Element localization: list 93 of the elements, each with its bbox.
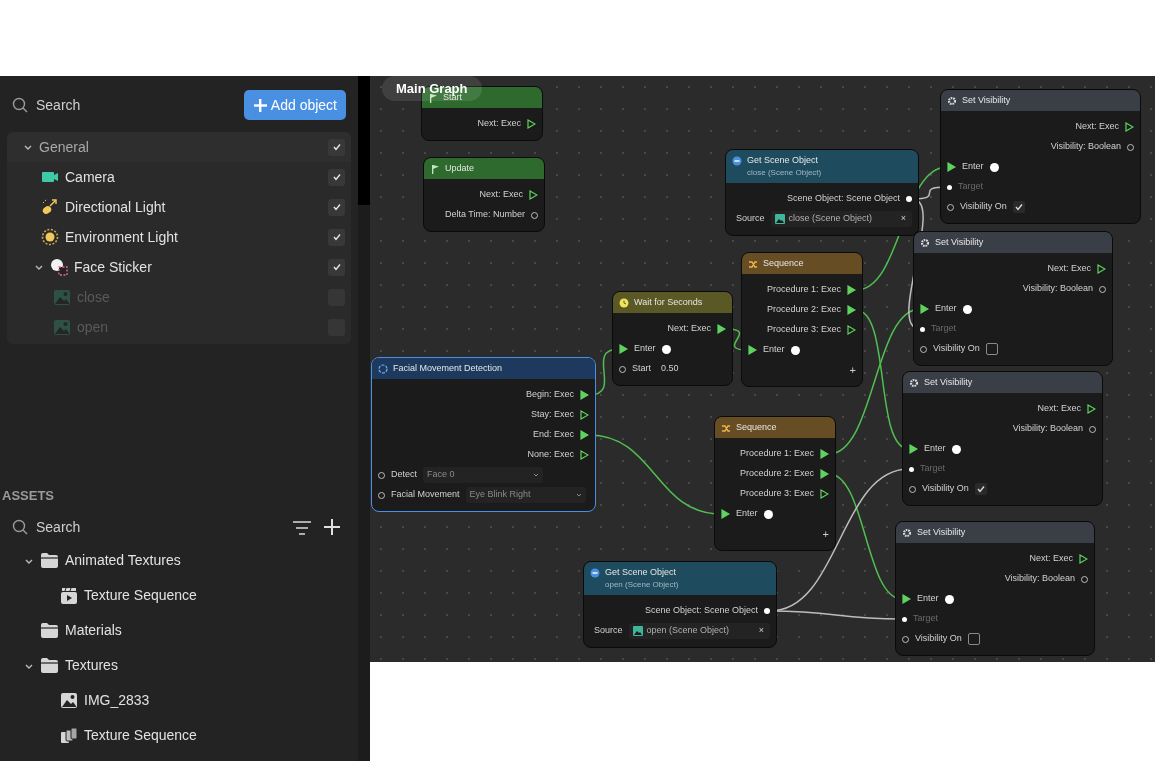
- search-field[interactable]: Search: [36, 94, 206, 116]
- port-label: Target: [958, 180, 983, 194]
- source-field[interactable]: open (Scene Object) ×: [628, 623, 770, 639]
- tree-item-label[interactable]: IMG_2833: [84, 690, 150, 711]
- port-label: None: Exec: [527, 448, 574, 462]
- port-label: Procedure 1: Exec: [766, 283, 841, 297]
- node-title: Set Visibility: [924, 375, 973, 389]
- node-title: Wait for Seconds: [634, 295, 703, 309]
- section-title: ASSETS: [1, 487, 55, 505]
- node-card[interactable]: Set Visibility Next: Exec Visibility: Boolean Enter Target Visibility On: [940, 89, 1141, 224]
- node-title: Get Scene Object: [605, 565, 677, 579]
- tree-item-label[interactable]: Texture Sequence: [84, 725, 197, 746]
- port-label: Visibility On: [915, 632, 962, 646]
- port-label: Enter: [917, 592, 939, 606]
- tree-item-label[interactable]: Animated Textures: [65, 550, 181, 571]
- tree-item-label[interactable]: Environment Light: [65, 226, 178, 248]
- node-subtitle: open (Scene Object): [604, 579, 680, 592]
- node-title: Set Visibility: [962, 93, 1011, 107]
- port-label: Visibility: Boolean: [1012, 422, 1083, 436]
- port-label: Target: [931, 322, 956, 336]
- node-title: Sequence: [736, 420, 777, 434]
- port-label: Visibility: Boolean: [1004, 572, 1075, 586]
- port-label: Next: Exec: [667, 322, 711, 336]
- port-label: Visibility: Boolean: [1050, 140, 1121, 154]
- port-label: Enter: [924, 442, 946, 456]
- port-label: Next: Exec: [477, 117, 521, 131]
- port-label: Source: [594, 624, 623, 638]
- port-label: Next: Exec: [1029, 552, 1073, 566]
- clear-button[interactable]: ×: [898, 212, 908, 226]
- port-label: Begin: Exec: [525, 388, 574, 402]
- node-card[interactable]: Set Visibility Next: Exec Visibility: Boolean Enter Target Visibility On: [902, 371, 1103, 506]
- dropdown[interactable]: Eye Blink Right: [465, 487, 586, 503]
- dropdown[interactable]: Face 0: [423, 467, 543, 483]
- node-title: Update: [445, 161, 475, 175]
- port-label: End: Exec: [532, 428, 574, 442]
- port-label: Procedure 1: Exec: [739, 447, 814, 461]
- number-value[interactable]: 0.50: [661, 362, 679, 376]
- port-label: Facial Movement: [391, 488, 460, 502]
- port-label: Target: [913, 612, 938, 626]
- port-label: Next: Exec: [1047, 262, 1091, 276]
- tree-item-label[interactable]: Directional Light: [65, 196, 166, 218]
- node-card[interactable]: Facial Movement Detection Begin: Exec Stay: Exec End: Exec None: Exec Detect Face 0 Facial Movement Eye Blink Right: [371, 357, 596, 512]
- port-label: Next: Exec: [1075, 120, 1119, 134]
- port-label: Enter: [634, 342, 656, 356]
- port-label: Procedure 2: Exec: [739, 467, 814, 481]
- tree-item-label[interactable]: Texture Sequence: [84, 585, 197, 606]
- tree-item-label[interactable]: General: [39, 136, 89, 158]
- port-label: Enter: [736, 507, 758, 521]
- field-value: open (Scene Object): [646, 624, 731, 638]
- port-label: Next: Exec: [1037, 402, 1081, 416]
- tree-item-label[interactable]: Materials: [65, 620, 122, 641]
- port-label: Visibility On: [933, 342, 980, 356]
- node-card[interactable]: Sequence Procedure 1: Exec Procedure 2: Exec Procedure 3: Exec Enter +: [714, 416, 836, 551]
- port-label: Visibility On: [960, 200, 1007, 214]
- node-card[interactable]: Get Scene Object close (Scene Object) Scene Object: Scene Object Source close (Scene Object) ×: [725, 149, 919, 236]
- node-card[interactable]: Set Visibility Next: Exec Visibility: Boolean Enter Target Visibility On: [895, 521, 1095, 656]
- node-title: Sequence: [763, 256, 804, 270]
- node-card[interactable]: Get Scene Object open (Scene Object) Scene Object: Scene Object Source open (Scene Object) ×: [583, 561, 777, 648]
- node-card[interactable]: Wait for Seconds Next: Exec Enter Start 0.50: [612, 291, 733, 386]
- port-label: Visibility: Boolean: [1022, 282, 1093, 296]
- node-title: Facial Movement Detection: [393, 361, 503, 375]
- port-label: Delta Time: Number: [444, 208, 525, 222]
- port-label: Detect: [391, 468, 417, 482]
- port-label: Target: [920, 462, 945, 476]
- port-label: Source: [736, 212, 765, 226]
- node-card[interactable]: Set Visibility Next: Exec Visibility: Boolean Enter Target Visibility On: [913, 231, 1113, 366]
- tree-item-label[interactable]: Textures: [65, 655, 118, 676]
- port-label: Enter: [962, 160, 984, 174]
- tree-item-label[interactable]: Face Sticker: [74, 256, 152, 278]
- search-field[interactable]: Search: [36, 516, 206, 538]
- port-label: Procedure 3: Exec: [739, 487, 814, 501]
- node-title: Set Visibility: [935, 235, 984, 249]
- port-label: Start: [632, 362, 651, 376]
- node-card[interactable]: Sequence Procedure 1: Exec Procedure 2: Exec Procedure 3: Exec Enter +: [741, 252, 863, 387]
- clear-button[interactable]: ×: [756, 624, 766, 638]
- tree-item-label[interactable]: Camera: [65, 166, 115, 188]
- add-button[interactable]: +: [849, 364, 856, 376]
- port-label: Procedure 3: Exec: [766, 323, 841, 337]
- add-button[interactable]: +: [822, 528, 829, 540]
- port-label: Enter: [763, 343, 785, 357]
- port-label: Scene Object: Scene Object: [644, 604, 758, 618]
- port-label: Next: Exec: [479, 188, 523, 202]
- node-title: Get Scene Object: [747, 153, 819, 167]
- port-label: Stay: Exec: [530, 408, 574, 422]
- port-label: Scene Object: Scene Object: [786, 192, 900, 206]
- node-subtitle: close (Scene Object): [746, 167, 823, 180]
- node-card[interactable]: Update Next: Exec Delta Time: Number: [423, 157, 545, 232]
- port-label: Procedure 2: Exec: [766, 303, 841, 317]
- source-field[interactable]: close (Scene Object) ×: [770, 211, 912, 227]
- field-value: close (Scene Object): [788, 212, 874, 226]
- port-label: Enter: [935, 302, 957, 316]
- port-label: Visibility On: [922, 482, 969, 496]
- node-title: Set Visibility: [917, 525, 966, 539]
